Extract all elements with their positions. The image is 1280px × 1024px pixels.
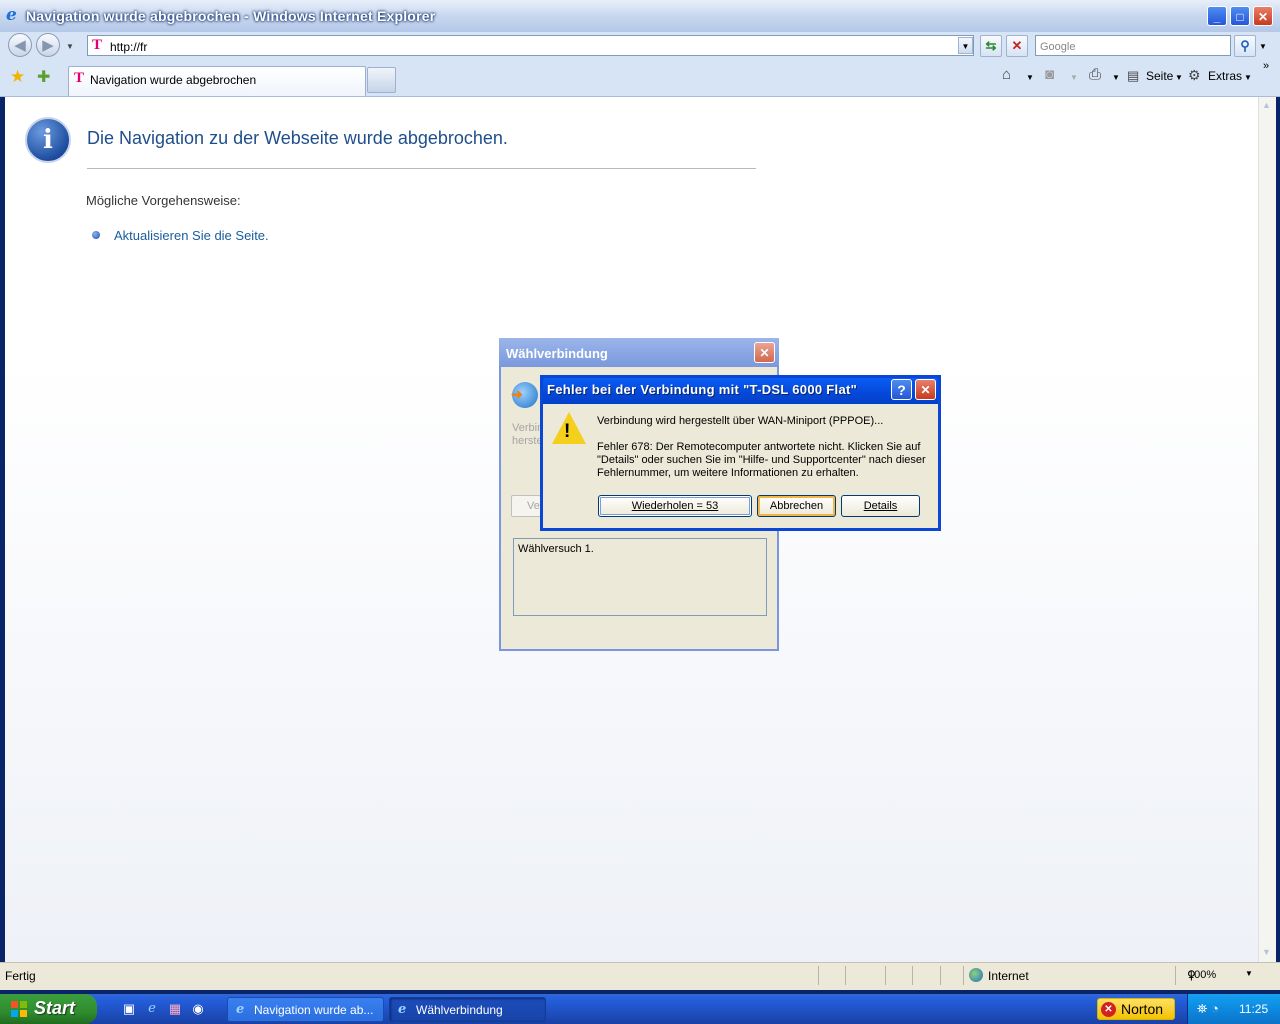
details-button[interactable]: Details	[841, 495, 920, 517]
tools-menu[interactable]: Extras	[1208, 69, 1242, 83]
print-icon[interactable]: ⎙	[1089, 66, 1101, 83]
bullet-icon	[92, 231, 100, 239]
maximize-button[interactable]: □	[1230, 6, 1250, 26]
t-com-tab-favicon-icon: T	[74, 70, 85, 86]
address-dropdown-button[interactable]: ▼	[958, 37, 973, 54]
stop-icon[interactable]: ✕	[1006, 35, 1028, 57]
scroll-down-icon[interactable]: ▼	[1259, 945, 1274, 960]
quicklaunch-desktop-icon[interactable]: ▣	[120, 1000, 138, 1018]
taskbar-dialer-icon: e	[398, 1002, 407, 1017]
home-chevron-icon[interactable]: ▼	[1026, 73, 1034, 82]
error-message-line2: "Details" oder suchen Sie im "Hilfe- und…	[597, 454, 926, 466]
status-divider	[1175, 966, 1176, 985]
refresh-icon[interactable]: ⇆	[980, 35, 1002, 57]
norton-alert-icon: ✕	[1101, 1002, 1116, 1017]
tab-label[interactable]: Navigation wurde abgebrochen	[90, 73, 256, 87]
info-icon: i	[25, 117, 71, 163]
zone-text[interactable]: Internet	[988, 969, 1029, 983]
zoom-chevron-icon[interactable]: ▼	[1245, 969, 1253, 978]
taskbar-ie-icon: e	[236, 1002, 245, 1017]
page-heading: Die Navigation zu der Webseite wurde abg…	[87, 128, 508, 148]
new-tab-button[interactable]	[367, 67, 396, 93]
print-chevron-icon[interactable]: ▼	[1112, 73, 1120, 82]
dialer-status-line1: Verbin	[512, 422, 544, 434]
status-divider	[885, 966, 886, 985]
error-close-button[interactable]: ✕	[915, 379, 936, 400]
dialer-title: Wählverbindung	[506, 346, 608, 361]
refresh-page-link[interactable]: Aktualisieren Sie die Seite.	[114, 228, 269, 243]
status-divider	[940, 966, 941, 985]
page-chevron-icon[interactable]: ▼	[1175, 73, 1183, 82]
status-divider	[963, 966, 964, 985]
quicklaunch-ie-icon[interactable]: e	[143, 1000, 161, 1018]
quicklaunch-app-icon[interactable]: ▦	[166, 1000, 184, 1018]
norton-label[interactable]: Norton	[1121, 1001, 1163, 1017]
status-divider	[845, 966, 846, 985]
t-com-favicon-icon: T	[92, 37, 103, 53]
status-bar	[0, 962, 1280, 990]
error-title: Fehler bei der Verbindung mit "T-DSL 600…	[547, 382, 858, 397]
window-title: Navigation wurde abgebrochen - Windows I…	[26, 8, 436, 24]
feeds-chevron-icon[interactable]: ▼	[1070, 73, 1078, 82]
dialer-close-button[interactable]: ✕	[754, 342, 775, 363]
feeds-icon[interactable]: ◙	[1045, 66, 1054, 83]
search-options-chevron-icon[interactable]: ▼	[1259, 42, 1267, 51]
ie-logo-icon: e	[6, 5, 17, 25]
clock[interactable]: 11:25	[1239, 1002, 1268, 1016]
status-text: Fertig	[5, 969, 36, 983]
help-button[interactable]: ?	[891, 379, 912, 400]
dialer-log-text: Wählversuch 1.	[518, 543, 594, 555]
heading-divider	[87, 168, 756, 169]
possible-actions-label: Mögliche Vorgehensweise:	[86, 193, 241, 208]
error-message-line3: Fehlernummer, um weitere Informationen z…	[597, 467, 859, 479]
recent-pages-chevron-icon[interactable]: ▼	[66, 42, 74, 51]
address-input[interactable]	[87, 35, 974, 56]
dialer-button[interactable]: Ve	[511, 495, 541, 517]
windows-logo-icon	[11, 1001, 27, 1017]
status-divider	[818, 966, 819, 985]
start-label[interactable]: Start	[34, 998, 75, 1019]
tools-chevron-icon[interactable]: ▼	[1244, 73, 1252, 82]
tools-gear-icon[interactable]: ⚙	[1188, 67, 1201, 84]
tray-network-icon[interactable]: ⛯ ◔	[1197, 1001, 1219, 1017]
status-divider	[912, 966, 913, 985]
zoom-level[interactable]: 100%	[1188, 969, 1216, 981]
add-favorite-icon[interactable]: ✚	[37, 67, 50, 87]
search-icon[interactable]: ⚲	[1234, 35, 1256, 57]
address-text[interactable]: http://fr	[110, 40, 147, 54]
dialer-status-line2: herste	[512, 435, 543, 447]
favorites-star-icon[interactable]: ★	[10, 67, 25, 87]
error-message-line1: Fehler 678: Der Remotecomputer antwortet…	[597, 441, 921, 453]
page-icon[interactable]: ▤	[1127, 68, 1139, 84]
quicklaunch-media-icon[interactable]: ◉	[189, 1000, 207, 1018]
vertical-scrollbar[interactable]	[1258, 97, 1276, 962]
taskbar-item-dialer[interactable]: Wählverbindung	[389, 997, 546, 1022]
page-menu[interactable]: Seite	[1146, 69, 1173, 83]
back-button[interactable]: ◀	[8, 33, 32, 57]
scroll-up-icon[interactable]: ▲	[1259, 98, 1274, 113]
warning-mark: !	[564, 421, 571, 442]
close-button[interactable]: ✕	[1253, 6, 1273, 26]
retry-button[interactable]: Wiederholen = 53	[598, 495, 752, 517]
forward-button[interactable]: ▶	[36, 33, 60, 57]
connect-arrow-icon: ➜	[511, 386, 523, 402]
internet-zone-icon	[969, 968, 983, 982]
cancel-button[interactable]: Abbrechen	[757, 495, 836, 517]
overflow-chevron-icon[interactable]: »	[1263, 60, 1269, 72]
error-connecting-text: Verbindung wird hergestellt über WAN-Min…	[597, 415, 884, 427]
minimize-button[interactable]: _	[1207, 6, 1227, 26]
search-placeholder: Google	[1040, 41, 1076, 53]
home-icon[interactable]: ⌂	[1002, 66, 1011, 83]
taskbar-item-ie[interactable]: Navigation wurde ab...	[227, 997, 384, 1022]
